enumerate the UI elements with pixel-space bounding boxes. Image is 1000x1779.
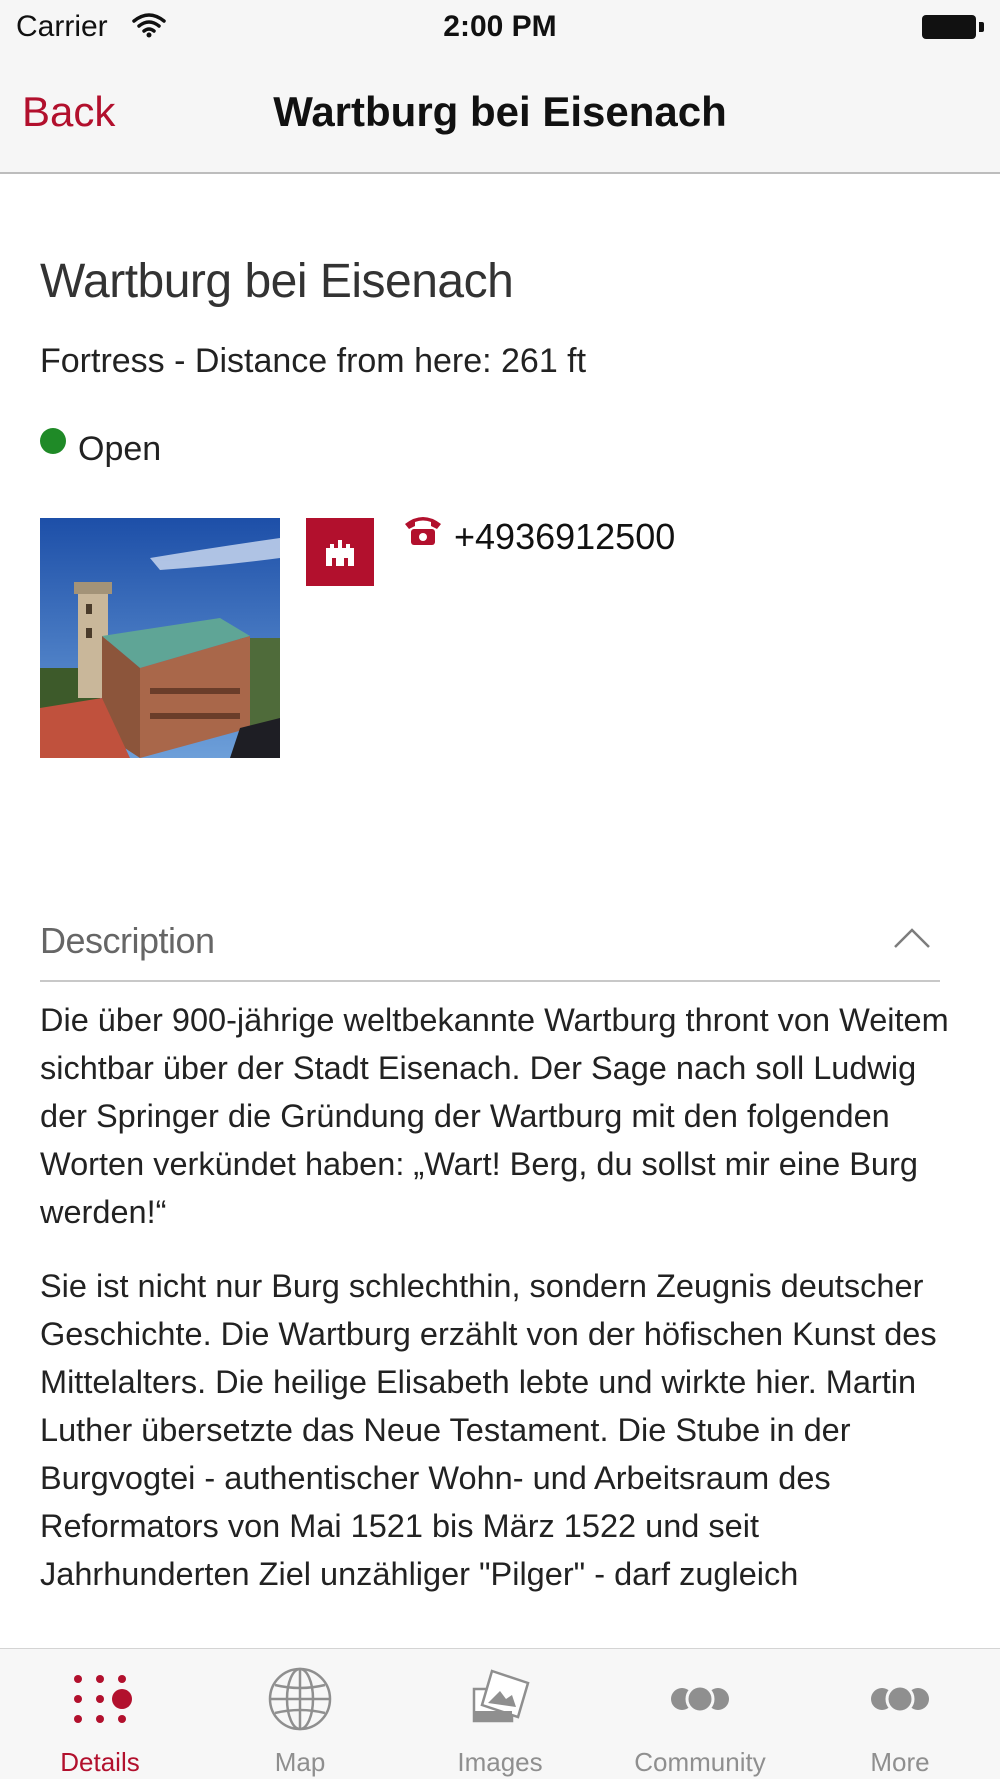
- tab-map[interactable]: Map: [200, 1649, 400, 1779]
- more-icon: [871, 1684, 929, 1714]
- globe-icon: [268, 1667, 332, 1731]
- tab-label: Map: [274, 1747, 326, 1777]
- tab-label: Community: [634, 1747, 766, 1777]
- tab-label: Details: [60, 1747, 140, 1777]
- tab-label: More: [870, 1747, 930, 1777]
- place-photo[interactable]: [40, 518, 280, 758]
- detail-content[interactable]: Wartburg bei Eisenach Fortress - Distanc…: [0, 174, 1000, 1648]
- status-dot-icon: [40, 428, 66, 454]
- status-text: Open: [78, 430, 162, 468]
- tab-label: Images: [457, 1747, 543, 1777]
- battery-icon: [922, 15, 984, 41]
- tab-images[interactable]: Images: [400, 1649, 600, 1779]
- dots-grid-icon: [74, 1675, 132, 1723]
- description-paragraph: Die über 900-jährige weltbekannte Wartbu…: [40, 1002, 949, 1230]
- chevron-up-icon[interactable]: [892, 926, 932, 950]
- status-bar: Carrier 2:00 PM: [0, 0, 1000, 60]
- castle-logo-icon: [306, 518, 374, 586]
- tab-details[interactable]: Details: [0, 1649, 200, 1779]
- tab-bar: Details Map Images Community More: [0, 1648, 1000, 1779]
- telephone-icon: [405, 517, 441, 545]
- phone-number[interactable]: +4936912500: [454, 516, 675, 558]
- place-subtitle: Fortress - Distance from here: 261 ft: [40, 342, 587, 380]
- tab-community[interactable]: Community: [600, 1649, 800, 1779]
- description-section-header[interactable]: Description: [40, 914, 940, 982]
- place-title: Wartburg bei Eisenach: [40, 255, 514, 308]
- navigation-bar: Back Wartburg bei Eisenach: [0, 60, 1000, 174]
- description-paragraph: Sie ist nicht nur Burg schlechthin, sond…: [40, 1268, 937, 1592]
- description-text: Die über 900-jährige weltbekannte Wartbu…: [40, 996, 960, 1624]
- description-label: Description: [40, 920, 215, 961]
- nav-title: Wartburg bei Eisenach: [273, 88, 727, 135]
- tab-more[interactable]: More: [800, 1649, 1000, 1779]
- images-icon: [472, 1669, 530, 1723]
- clock: 2:00 PM: [443, 10, 557, 43]
- people-icon: [671, 1684, 729, 1714]
